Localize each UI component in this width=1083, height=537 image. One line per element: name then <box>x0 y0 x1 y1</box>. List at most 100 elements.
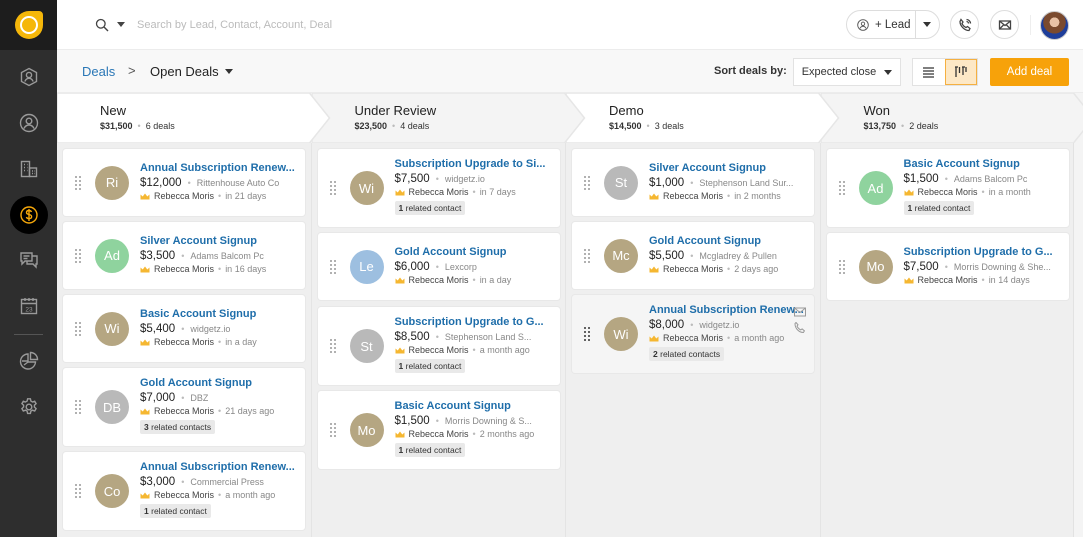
deal-card[interactable]: Co Annual Subscription Renew... $3,000 • Com… <box>63 452 305 530</box>
deal-company[interactable]: Commercial Press <box>190 477 264 487</box>
search-input[interactable] <box>137 14 537 36</box>
user-avatar[interactable] <box>1040 11 1069 40</box>
deal-title-link[interactable]: Silver Account Signup <box>649 161 808 175</box>
deal-card[interactable]: Mo Subscription Upgrade to G... $7,500 • Mor… <box>826 233 1069 300</box>
drag-handle-icon[interactable] <box>838 181 845 195</box>
deal-title-link[interactable]: Silver Account Signup <box>140 234 299 248</box>
deal-company[interactable]: Morris Downing & S... <box>445 416 532 426</box>
drag-handle-icon[interactable] <box>329 259 336 274</box>
deal-card[interactable]: Wi Basic Account Signup $5,400 • widgetz.io R… <box>63 295 305 362</box>
drag-handle-icon[interactable] <box>329 339 336 353</box>
sidebar-item-accounts[interactable] <box>0 149 57 189</box>
deal-card[interactable]: Mo Basic Account Signup $1,500 • Morris Down… <box>317 391 560 469</box>
deal-card[interactable]: Le Gold Account Signup $6,000 • Lexcorp Rebec… <box>317 233 560 300</box>
sidebar-item-reports[interactable] <box>0 341 57 381</box>
deal-company[interactable]: Stephenson Land Sur... <box>699 178 793 188</box>
deal-company[interactable]: Adams Balcom Pc <box>954 174 1028 184</box>
related-contacts-count: 1 <box>907 203 913 213</box>
deal-card[interactable]: DB Gold Account Signup $7,000 • DBZ Rebecca M… <box>63 368 305 446</box>
drag-handle-icon[interactable] <box>75 248 81 263</box>
stage-summary: $23,500 • 4 deals <box>355 121 430 131</box>
pipeline-view-dropdown[interactable]: Open Deals <box>150 64 233 79</box>
crown-icon <box>649 335 659 341</box>
deal-card[interactable]: St Silver Account Signup $1,000 • Stephenson… <box>572 149 814 216</box>
search-icon[interactable] <box>95 18 109 32</box>
deal-title-link[interactable]: Annual Subscription Renew... <box>140 460 299 474</box>
deal-company[interactable]: Rittenhouse Auto Co <box>197 178 280 188</box>
drag-handle-icon[interactable] <box>838 259 845 274</box>
deal-company[interactable]: widgetz.io <box>445 174 485 184</box>
sort-select[interactable]: Expected close <box>793 58 901 86</box>
drag-handle-icon[interactable] <box>75 484 81 498</box>
contact-circle-icon <box>19 113 38 133</box>
deal-title-link[interactable]: Subscription Upgrade to G... <box>904 245 1063 259</box>
drag-handle-icon[interactable] <box>75 175 81 190</box>
deal-company[interactable]: Stephenson Land S... <box>445 332 532 342</box>
deal-card[interactable]: Mc Gold Account Signup $5,500 • Mcgladrey & … <box>572 222 814 289</box>
related-contacts-badge[interactable]: 3 related contacts <box>140 420 216 434</box>
deal-card[interactable]: Ad Basic Account Signup $1,500 • Adams Balco… <box>826 149 1069 227</box>
stage-amount: $14,500 <box>609 121 642 131</box>
deal-title-link[interactable]: Subscription Upgrade to Si... <box>395 157 554 171</box>
vertical-scrollbar[interactable] <box>1073 93 1083 537</box>
sidebar-item-deals[interactable] <box>0 195 57 235</box>
deal-card[interactable]: Wi Annual Subscription Renew... $8,000 • wid… <box>572 295 814 373</box>
deal-company[interactable]: Lexcorp <box>445 262 477 272</box>
sidebar-item-conversations[interactable] <box>0 240 57 280</box>
related-contacts-badge[interactable]: 2 related contacts <box>649 347 725 361</box>
related-contacts-badge[interactable]: 1 related contact <box>394 443 466 457</box>
kanban-view-button[interactable] <box>944 59 977 85</box>
deal-title-link[interactable]: Basic Account Signup <box>904 157 1063 171</box>
deal-card[interactable]: Wi Subscription Upgrade to Si... $7,500 • wi… <box>317 149 560 227</box>
deal-company[interactable]: widgetz.io <box>190 324 230 334</box>
phone-icon[interactable] <box>794 322 806 333</box>
sidebar-item-settings[interactable] <box>0 387 57 427</box>
drag-handle-icon[interactable] <box>329 423 336 437</box>
related-contacts-badge[interactable]: 1 related contact <box>903 201 975 215</box>
deal-title-link[interactable]: Annual Subscription Renew... <box>649 303 808 317</box>
deal-title-link[interactable]: Gold Account Signup <box>395 245 554 259</box>
drag-handle-icon[interactable] <box>75 400 81 414</box>
deal-card[interactable]: Ad Silver Account Signup $3,500 • Adams Balc… <box>63 222 305 289</box>
deal-company[interactable]: Adams Balcom Pc <box>190 251 264 261</box>
add-lead-dropdown[interactable] <box>916 22 939 27</box>
related-contacts-badge[interactable]: 1 related contact <box>394 359 466 373</box>
deal-company[interactable]: Mcgladrey & Pullen <box>699 251 777 261</box>
separator-dot: • <box>981 187 985 197</box>
deal-details: Annual Subscription Renew... $8,000 • widge… <box>649 303 808 362</box>
deal-title-link[interactable]: Gold Account Signup <box>140 376 299 390</box>
add-lead-button[interactable]: + Lead <box>847 11 916 38</box>
deal-title-link[interactable]: Basic Account Signup <box>395 399 554 413</box>
related-contacts-badge[interactable]: 1 related contact <box>394 201 466 215</box>
add-deal-button[interactable]: Add deal <box>990 58 1069 86</box>
call-button[interactable] <box>950 10 979 39</box>
breadcrumb-deals-link[interactable]: Deals <box>82 64 115 79</box>
drag-handle-icon[interactable] <box>584 248 590 263</box>
search-scope-dropdown[interactable] <box>117 22 125 27</box>
email-button[interactable] <box>990 10 1019 39</box>
list-view-button[interactable] <box>913 59 945 85</box>
sidebar-item-contacts[interactable] <box>0 103 57 143</box>
related-contacts-badge[interactable]: 1 related contact <box>140 504 211 518</box>
deal-card[interactable]: Ri Annual Subscription Renew... $12,000 • Ri… <box>63 149 305 216</box>
deal-card[interactable]: St Subscription Upgrade to G... $8,500 • Ste… <box>317 307 560 385</box>
sidebar-item-leads[interactable] <box>0 57 57 97</box>
deal-owner-line: Rebecca Moris • in 21 days <box>140 191 299 201</box>
drag-handle-icon[interactable] <box>75 321 81 336</box>
deal-title-link[interactable]: Basic Account Signup <box>140 307 299 321</box>
deal-title-link[interactable]: Annual Subscription Renew... <box>140 161 299 175</box>
mail-icon[interactable] <box>794 307 806 318</box>
deal-title-link[interactable]: Gold Account Signup <box>649 234 808 248</box>
deal-company[interactable]: Morris Downing & She... <box>954 262 1051 272</box>
separator-dot: • <box>727 191 731 201</box>
deal-company[interactable]: widgetz.io <box>699 320 739 330</box>
drag-handle-icon[interactable] <box>584 327 590 341</box>
deal-company[interactable]: DBZ <box>190 393 208 403</box>
separator-dot: • <box>181 324 185 334</box>
deal-owner: Rebecca Moris <box>408 187 469 197</box>
drag-handle-icon[interactable] <box>584 175 590 190</box>
logo[interactable] <box>0 0 57 50</box>
sidebar-item-calendar[interactable]: 23 <box>0 286 57 326</box>
drag-handle-icon[interactable] <box>329 181 336 195</box>
deal-title-link[interactable]: Subscription Upgrade to G... <box>395 315 554 329</box>
